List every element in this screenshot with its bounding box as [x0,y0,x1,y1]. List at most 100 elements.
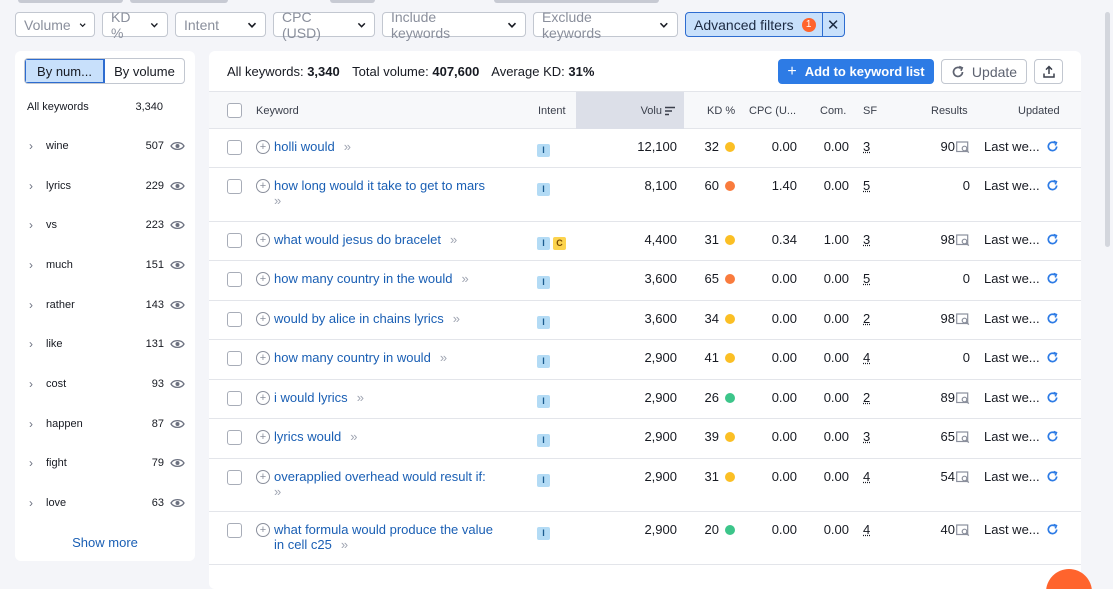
refresh-icon[interactable] [1046,272,1059,285]
select-all-checkbox[interactable] [227,103,242,118]
col-cpc[interactable]: CPC (U... [749,92,796,129]
row-checkbox[interactable] [227,272,242,287]
keyword-group-item[interactable]: › happen 87 [15,404,195,444]
intent-filter[interactable]: Intent [175,12,266,37]
double-chevron-icon[interactable]: » [274,484,281,499]
double-chevron-icon[interactable]: » [341,537,348,552]
row-checkbox[interactable] [227,391,242,406]
add-to-keyword-list-button[interactable]: + Add to keyword list [778,59,934,84]
keyword-link[interactable]: what formula would produce the value [274,522,493,537]
double-chevron-icon[interactable]: » [440,350,447,365]
add-keyword-plus-icon[interactable]: + [256,523,270,537]
sf-cell[interactable]: 2 [863,390,870,405]
refresh-icon[interactable] [1046,470,1059,483]
include-keywords-filter[interactable]: Include keywords [382,12,526,37]
table-row[interactable]: + how long would it take to get to mars» I… [209,168,1081,222]
page-scrollbar[interactable] [1104,0,1113,589]
add-keyword-plus-icon[interactable]: + [256,470,270,484]
add-keyword-plus-icon[interactable]: + [256,140,270,154]
col-volume[interactable]: Volu [576,92,684,129]
keyword-group-item[interactable]: › rather 143 [15,285,195,325]
eye-icon[interactable] [170,259,185,271]
add-keyword-plus-icon[interactable]: + [256,179,270,193]
keyword-link-continued[interactable]: in cell c25 [274,537,332,552]
row-checkbox[interactable] [227,140,242,155]
row-checkbox[interactable] [227,470,242,485]
keyword-group-item[interactable]: › fight 79 [15,444,195,484]
refresh-icon[interactable] [1046,233,1059,246]
serp-snapshot-icon[interactable] [956,141,970,153]
by-volume-toggle[interactable]: By volume [105,59,184,83]
col-intent[interactable]: Intent [538,92,566,129]
col-com[interactable]: Com. [820,92,846,129]
row-checkbox[interactable] [227,179,242,194]
top-tab-4[interactable] [494,0,659,3]
keyword-link[interactable]: how many country in would [274,350,431,365]
table-row[interactable]: + what formula would produce the value in … [209,512,1081,565]
add-keyword-plus-icon[interactable]: + [256,312,270,326]
update-button[interactable]: Update [941,59,1027,84]
keyword-group-item[interactable]: › much 151 [15,245,195,285]
sf-cell[interactable]: 4 [863,522,870,537]
eye-icon[interactable] [170,457,185,469]
refresh-icon[interactable] [1046,351,1059,364]
row-checkbox[interactable] [227,312,242,327]
sf-cell[interactable]: 2 [863,311,870,326]
table-row[interactable]: + holli would» I 12,100 32 0.00 0.00 3 90 Last we… [209,129,1081,168]
keyword-group-item[interactable]: › wine 507 [15,126,195,166]
eye-icon[interactable] [170,219,185,231]
col-sf[interactable]: SF [863,92,877,129]
serp-snapshot-icon[interactable] [956,234,970,246]
top-tab-2[interactable] [130,0,228,3]
eye-icon[interactable] [170,418,185,430]
serp-snapshot-icon[interactable] [956,471,970,483]
table-row[interactable]: + how many country in the would » I 3,600 65 0… [209,261,1081,301]
add-keyword-plus-icon[interactable]: + [256,391,270,405]
eye-icon[interactable] [170,378,185,390]
keyword-link[interactable]: i would lyrics [274,390,348,405]
sf-cell[interactable]: 3 [863,429,870,444]
serp-snapshot-icon[interactable] [956,313,970,325]
double-chevron-icon[interactable]: » [357,390,364,405]
row-checkbox[interactable] [227,523,242,538]
keyword-link[interactable]: what would jesus do bracelet [274,232,441,247]
keyword-group-item[interactable]: › love 63 [15,483,195,523]
eye-icon[interactable] [170,140,185,152]
eye-icon[interactable] [170,180,185,192]
table-row[interactable]: + i would lyrics » I 2,900 26 0.00 0.00 2 89 Last … [209,380,1081,419]
sf-cell[interactable]: 3 [863,232,870,247]
all-keywords-group[interactable]: All keywords 3,340 [27,101,163,113]
row-checkbox[interactable] [227,351,242,366]
table-row[interactable]: + overapplied overhead would result if:» I… [209,459,1081,512]
top-tab-1[interactable] [18,0,123,3]
refresh-icon[interactable] [1046,391,1059,404]
table-row[interactable]: + would by alice in chains lyrics » I 3,600 3… [209,301,1081,340]
double-chevron-icon[interactable]: » [274,193,281,208]
table-row[interactable]: + how many country in would » I 2,900 41 0.00 0… [209,340,1081,380]
refresh-icon[interactable] [1046,430,1059,443]
keyword-group-item[interactable]: › like 131 [15,324,195,364]
cpc-filter[interactable]: CPC (USD) [273,12,375,37]
sf-cell[interactable]: 5 [863,271,870,286]
kd-filter[interactable]: KD % [102,12,168,37]
add-keyword-plus-icon[interactable]: + [256,272,270,286]
keyword-group-item[interactable]: › lyrics 229 [15,166,195,206]
serp-snapshot-icon[interactable] [956,524,970,536]
clear-filters-close-icon[interactable]: ✕ [823,13,844,36]
advanced-filters-button[interactable]: Advanced filters 1 [686,13,823,36]
table-row[interactable]: + lyrics would » I 2,900 39 0.00 0.00 3 65 Last we… [209,419,1081,459]
eye-icon[interactable] [170,299,185,311]
double-chevron-icon[interactable]: » [344,139,351,154]
row-checkbox[interactable] [227,430,242,445]
export-button[interactable] [1034,59,1063,84]
keyword-link[interactable]: lyrics would [274,429,341,444]
top-tab-3[interactable] [330,0,375,3]
refresh-icon[interactable] [1046,140,1059,153]
add-keyword-plus-icon[interactable]: + [256,430,270,444]
keyword-group-item[interactable]: › cost 93 [15,364,195,404]
double-chevron-icon[interactable]: » [350,429,357,444]
keyword-link[interactable]: how many country in the would [274,271,452,286]
exclude-keywords-filter[interactable]: Exclude keywords [533,12,678,37]
col-updated[interactable]: Updated [1018,92,1060,129]
col-results[interactable]: Results [931,92,968,129]
